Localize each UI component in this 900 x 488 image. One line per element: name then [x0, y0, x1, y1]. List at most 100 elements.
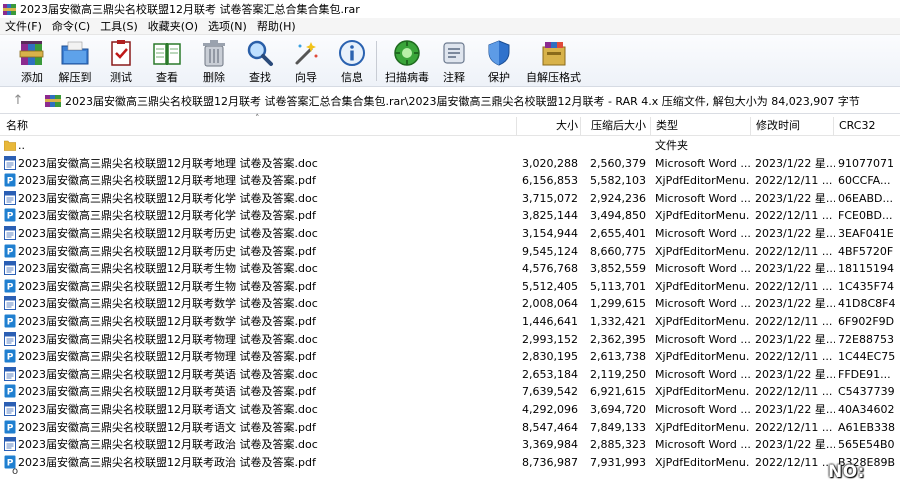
file-rows: 2023届安徽高三鼎尖名校联盟12月联考地理 试卷及答案.doc 3,020,28…	[0, 155, 900, 472]
file-type: XjPdfEditorMenu...	[655, 314, 750, 328]
file-type: Microsoft Word ...	[655, 332, 750, 346]
info-button[interactable]: 信息	[335, 37, 369, 85]
extract-to-button[interactable]: 解压到	[58, 37, 92, 85]
word-doc-icon	[4, 401, 16, 416]
file-packed-size: 5,582,103	[590, 174, 646, 188]
file-size: 8,736,987	[522, 455, 578, 469]
table-row[interactable]: P 2023届安徽高三鼎尖名校联盟12月联考语文 试卷及答案.pdf 8,547,4…	[0, 419, 900, 437]
file-size: 3,020,288	[522, 156, 578, 170]
table-row[interactable]: P 2023届安徽高三鼎尖名校联盟12月联考地理 试卷及答案.pdf 6,156,8…	[0, 172, 900, 190]
file-packed-size: 2,613,738	[590, 350, 646, 364]
comment-button[interactable]: 注释	[437, 37, 471, 85]
table-row[interactable]: P 2023届安徽高三鼎尖名校联盟12月联考生物 试卷及答案.pdf 5,512,4…	[0, 278, 900, 296]
table-row[interactable]: 2023届安徽高三鼎尖名校联盟12月联考地理 试卷及答案.doc 3,020,28…	[0, 155, 900, 173]
file-packed-size: 2,924,236	[590, 191, 646, 205]
menu-options[interactable]: 选项(N)	[203, 18, 252, 34]
table-row[interactable]: 2023届安徽高三鼎尖名校联盟12月联考历史 试卷及答案.doc 3,154,94…	[0, 225, 900, 243]
table-row[interactable]: 2023届安徽高三鼎尖名校联盟12月联考生物 试卷及答案.doc 4,576,76…	[0, 260, 900, 278]
file-modified: 2023/1/22 星...	[755, 156, 835, 170]
add-button[interactable]: 添加	[15, 37, 49, 85]
column-packed-cell[interactable]: 压缩后大小	[580, 117, 650, 136]
file-size: 3,154,944	[522, 226, 578, 240]
file-crc: 18115194	[838, 262, 894, 276]
word-doc-icon	[4, 366, 16, 381]
table-row[interactable]: P 2023届安徽高三鼎尖名校联盟12月联考政治 试卷及答案.pdf 8,736,9…	[0, 454, 900, 472]
table-row[interactable]: P 2023届安徽高三鼎尖名校联盟12月联考数学 试卷及答案.pdf 1,446,6…	[0, 313, 900, 331]
table-row[interactable]: 2023届安徽高三鼎尖名校联盟12月联考英语 试卷及答案.doc 2,653,18…	[0, 366, 900, 384]
file-packed-size: 2,560,379	[590, 156, 646, 170]
file-packed-size: 3,494,850	[590, 209, 646, 223]
toolbar: 添加 解压到 测试 查看 删除 查找 向导 信息 扫描病毒 注释 保护 自解压格…	[0, 35, 900, 87]
pdf-file-icon: P	[4, 420, 16, 434]
parent-folder-row[interactable]: .. 文件夹	[0, 137, 900, 155]
column-crc[interactable]: CRC32	[833, 117, 900, 136]
menu-favorites[interactable]: 收藏夹(O)	[143, 18, 203, 34]
column-name[interactable]: 名称	[6, 117, 28, 136]
table-row[interactable]: P 2023届安徽高三鼎尖名校联盟12月联考化学 试卷及答案.pdf 3,825,1…	[0, 207, 900, 225]
up-one-level-button[interactable]: ↑	[0, 88, 36, 114]
file-name: 2023届安徽高三鼎尖名校联盟12月联考地理 试卷及答案.pdf	[18, 174, 316, 188]
column-size: 大小	[556, 119, 578, 132]
menu-tools[interactable]: 工具(S)	[95, 18, 143, 34]
column-size-cell[interactable]: 大小	[516, 117, 580, 136]
svg-text:P: P	[7, 282, 14, 292]
virus-scan-icon	[390, 37, 424, 68]
word-doc-icon	[4, 296, 16, 311]
find-button[interactable]: 查找	[243, 37, 277, 85]
table-row[interactable]: 2023届安徽高三鼎尖名校联盟12月联考政治 试卷及答案.doc 3,369,98…	[0, 436, 900, 454]
file-list-header: 名称 ˄ 大小 压缩后大小 类型 修改时间 CRC32	[0, 114, 900, 136]
column-modified[interactable]: 修改时间	[750, 117, 833, 136]
file-modified: 2023/1/22 星...	[755, 367, 835, 381]
file-modified: 2022/12/11 ...	[755, 174, 833, 188]
table-row[interactable]: P 2023届安徽高三鼎尖名校联盟12月联考历史 试卷及答案.pdf 9,545,1…	[0, 243, 900, 261]
file-packed-size: 1,299,615	[590, 297, 646, 311]
file-packed-size: 5,113,701	[590, 279, 646, 293]
menu-commands[interactable]: 命令(C)	[47, 18, 95, 34]
table-row[interactable]: 2023届安徽高三鼎尖名校联盟12月联考语文 试卷及答案.doc 4,292,09…	[0, 401, 900, 419]
menu-file[interactable]: 文件(F)	[0, 18, 47, 34]
sfx-button[interactable]: 自解压格式	[526, 37, 581, 85]
file-crc: 91077071	[838, 156, 894, 170]
svg-text:P: P	[7, 388, 14, 398]
view-button[interactable]: 查看	[150, 37, 184, 85]
delete-button[interactable]: 删除	[197, 37, 231, 85]
comment-label: 注释	[443, 71, 465, 84]
svg-text:P: P	[7, 177, 14, 187]
file-modified: 2023/1/22 星...	[755, 332, 835, 346]
file-type: Microsoft Word ...	[655, 226, 750, 240]
virus-scan-button[interactable]: 扫描病毒	[385, 37, 429, 85]
file-type: Microsoft Word ...	[655, 297, 750, 311]
svg-text:P: P	[7, 423, 14, 433]
table-row[interactable]: 2023届安徽高三鼎尖名校联盟12月联考物理 试卷及答案.doc 2,993,15…	[0, 331, 900, 349]
file-packed-size: 2,655,401	[590, 226, 646, 240]
test-button[interactable]: 测试	[104, 37, 138, 85]
table-row[interactable]: P 2023届安徽高三鼎尖名校联盟12月联考英语 试卷及答案.pdf 7,639,5…	[0, 383, 900, 401]
archive-path[interactable]: 2023届安徽高三鼎尖名校联盟12月联考 试卷答案汇总合集合集包.rar\202…	[65, 93, 860, 109]
file-packed-size: 7,849,133	[590, 420, 646, 434]
file-size: 3,825,144	[522, 209, 578, 223]
file-size: 2,830,195	[522, 350, 578, 364]
file-type: Microsoft Word ...	[655, 367, 750, 381]
extract-folder-icon	[58, 37, 92, 68]
file-modified: 2023/1/22 星...	[755, 402, 835, 416]
test-clipboard-icon	[104, 37, 138, 68]
file-type: XjPdfEditorMenu...	[655, 279, 750, 293]
table-row[interactable]: 2023届安徽高三鼎尖名校联盟12月联考化学 试卷及答案.doc 3,715,07…	[0, 190, 900, 208]
wizard-wand-icon	[289, 37, 323, 68]
svg-text:P: P	[7, 317, 14, 327]
table-row[interactable]: P 2023届安徽高三鼎尖名校联盟12月联考物理 试卷及答案.pdf 2,830,1…	[0, 348, 900, 366]
pdf-file-icon: P	[4, 173, 16, 187]
wizard-button[interactable]: 向导	[289, 37, 323, 85]
protect-button[interactable]: 保护	[482, 37, 516, 85]
file-size: 5,512,405	[522, 279, 578, 293]
table-row[interactable]: 2023届安徽高三鼎尖名校联盟12月联考数学 试卷及答案.doc 2,008,06…	[0, 295, 900, 313]
column-type[interactable]: 类型	[650, 117, 750, 136]
file-name: 2023届安徽高三鼎尖名校联盟12月联考数学 试卷及答案.pdf	[18, 314, 316, 328]
protect-label: 保护	[488, 71, 510, 84]
sfx-label: 自解压格式	[526, 71, 581, 84]
info-icon	[335, 37, 369, 68]
file-size: 7,639,542	[522, 385, 578, 399]
menu-help[interactable]: 帮助(H)	[252, 18, 301, 34]
file-name: 2023届安徽高三鼎尖名校联盟12月联考语文 试卷及答案.doc	[18, 402, 318, 416]
file-type: Microsoft Word ...	[655, 438, 750, 452]
